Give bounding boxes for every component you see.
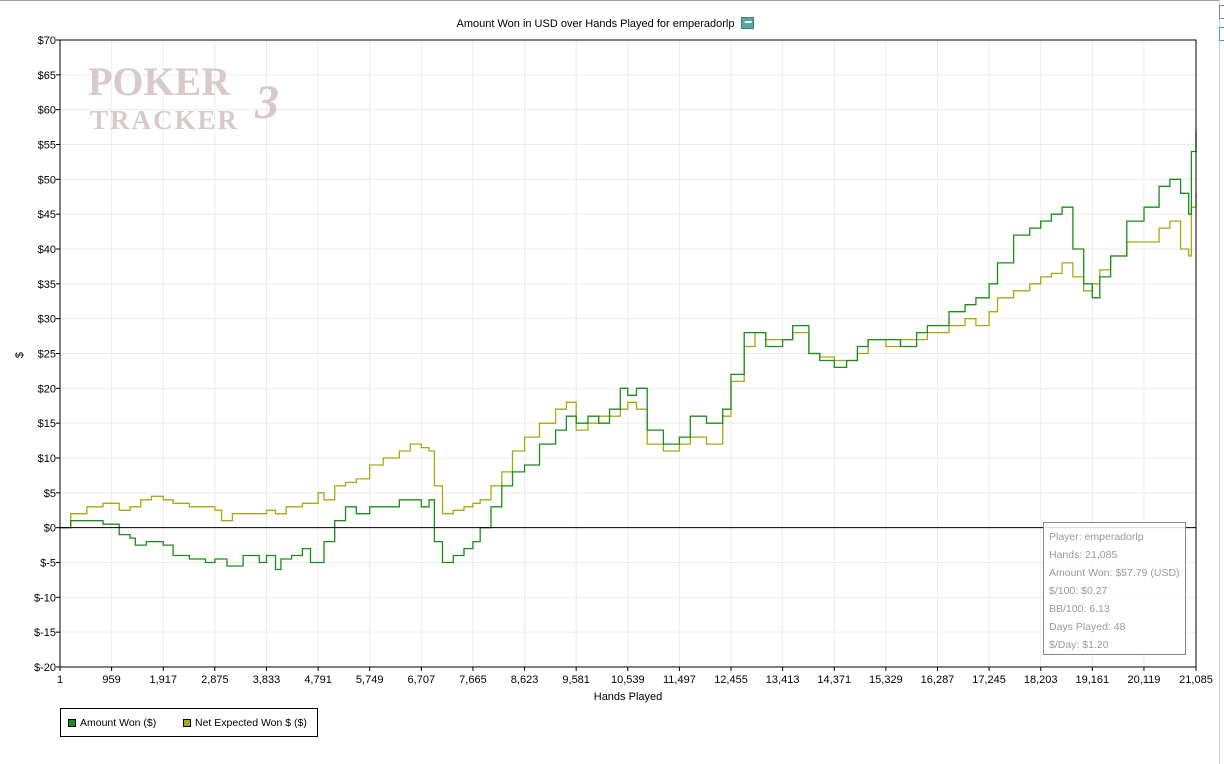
stat-line: Days Played: 48 — [1049, 621, 1126, 633]
legend: Amount Won ($) Net Expected Won $ ($) — [60, 708, 318, 737]
stat-line: Amount Won: $57.79 (USD) — [1049, 567, 1180, 579]
y-tick-label: $20 — [38, 383, 56, 395]
y-tick-label: $-20 — [34, 662, 56, 674]
y-tick-label: $-5 — [40, 558, 56, 570]
legend-item-net-expected[interactable]: Net Expected Won $ ($) — [183, 717, 307, 729]
player-stats-box: Player: emperadorlp Hands: 21,085 Amount W… — [1043, 522, 1186, 655]
stat-line: BB/100: 6.13 — [1049, 603, 1110, 615]
x-axis-title: Hands Played — [594, 691, 663, 703]
x-tick-label: 11,497 — [663, 674, 696, 686]
watermark-mark: 3 — [254, 76, 279, 129]
y-tick-label: $10 — [38, 453, 56, 465]
x-tick-label: 9,581 — [562, 674, 590, 686]
legend-item-amount-won[interactable]: Amount Won ($) — [68, 717, 156, 729]
x-tick-label: 21,085 — [1179, 674, 1213, 686]
x-tick-label: 13,413 — [766, 674, 800, 686]
y-tick-label: $65 — [38, 70, 56, 82]
x-tick-label: 8,623 — [511, 674, 539, 686]
x-tick-label: 7,665 — [459, 674, 487, 686]
x-tick-label: 19,161 — [1076, 674, 1110, 686]
x-tick-label: 10,539 — [611, 674, 645, 686]
y-tick-label: $0 — [44, 523, 56, 535]
x-axis-ticks: 1 959 1,917 2,875 3,833 4,791 5,749 6,707 7,665 8… — [57, 667, 1213, 686]
x-tick-label: 18,203 — [1024, 674, 1058, 686]
legend-label-net-expected: Net Expected Won $ ($) — [195, 717, 307, 729]
x-tick-label: 2,875 — [201, 674, 229, 686]
y-tick-label: $70 — [38, 35, 56, 47]
y-tick-label: $60 — [38, 105, 56, 117]
y-axis-ticks: $70 $65 $60 $55 $50 $45 $40 $35 $30 $25 $20 $15 $10 $… — [34, 35, 60, 674]
y-tick-label: $-10 — [34, 592, 56, 604]
x-tick-label: 1,917 — [149, 674, 177, 686]
x-tick-label: 16,287 — [921, 674, 955, 686]
y-tick-label: $5 — [44, 488, 56, 500]
x-tick-label: 15,329 — [869, 674, 903, 686]
x-tick-label: 12,455 — [714, 674, 748, 686]
x-tick-label: 5,749 — [356, 674, 384, 686]
y-tick-label: $50 — [38, 174, 56, 186]
legend-swatch-net-expected — [183, 719, 191, 727]
x-tick-label: 6,707 — [408, 674, 436, 686]
stat-line: Player: emperadorlp — [1049, 531, 1144, 543]
x-tick-label: 14,371 — [817, 674, 851, 686]
y-tick-label: $15 — [38, 418, 56, 430]
x-tick-label: 20,119 — [1128, 674, 1161, 686]
y-tick-label: $45 — [38, 209, 56, 221]
x-tick-label: 3,833 — [253, 674, 281, 686]
stat-line: $/Day: $1.20 — [1049, 639, 1109, 651]
y-tick-label: $40 — [38, 244, 56, 256]
legend-label-amount-won: Amount Won ($) — [80, 717, 157, 729]
watermark-line1: POKER — [88, 59, 231, 104]
x-tick-label: 17,245 — [972, 674, 1006, 686]
x-tick-label: 959 — [102, 674, 120, 686]
poker-tracker-watermark: POKER TRACKER 3 — [88, 59, 279, 135]
y-tick-label: $25 — [38, 349, 56, 361]
legend-swatch-amount-won — [68, 719, 76, 727]
y-tick-label: $30 — [38, 314, 56, 326]
y-tick-label: $35 — [38, 279, 56, 291]
y-tick-label: $-15 — [34, 627, 56, 639]
x-tick-label: 1 — [57, 674, 63, 686]
stat-line: Hands: 21,085 — [1049, 549, 1118, 561]
chart-canvas: POKER TRACKER 3 $70$65$60$55$50$45$40$35… — [14, 35, 1213, 703]
x-tick-label: 4,791 — [304, 674, 332, 686]
stat-line: $/100: $0.27 — [1049, 585, 1108, 597]
watermark-line2: TRACKER — [90, 105, 239, 135]
y-tick-label: $55 — [38, 140, 56, 152]
y-axis-title: $ — [14, 352, 26, 358]
